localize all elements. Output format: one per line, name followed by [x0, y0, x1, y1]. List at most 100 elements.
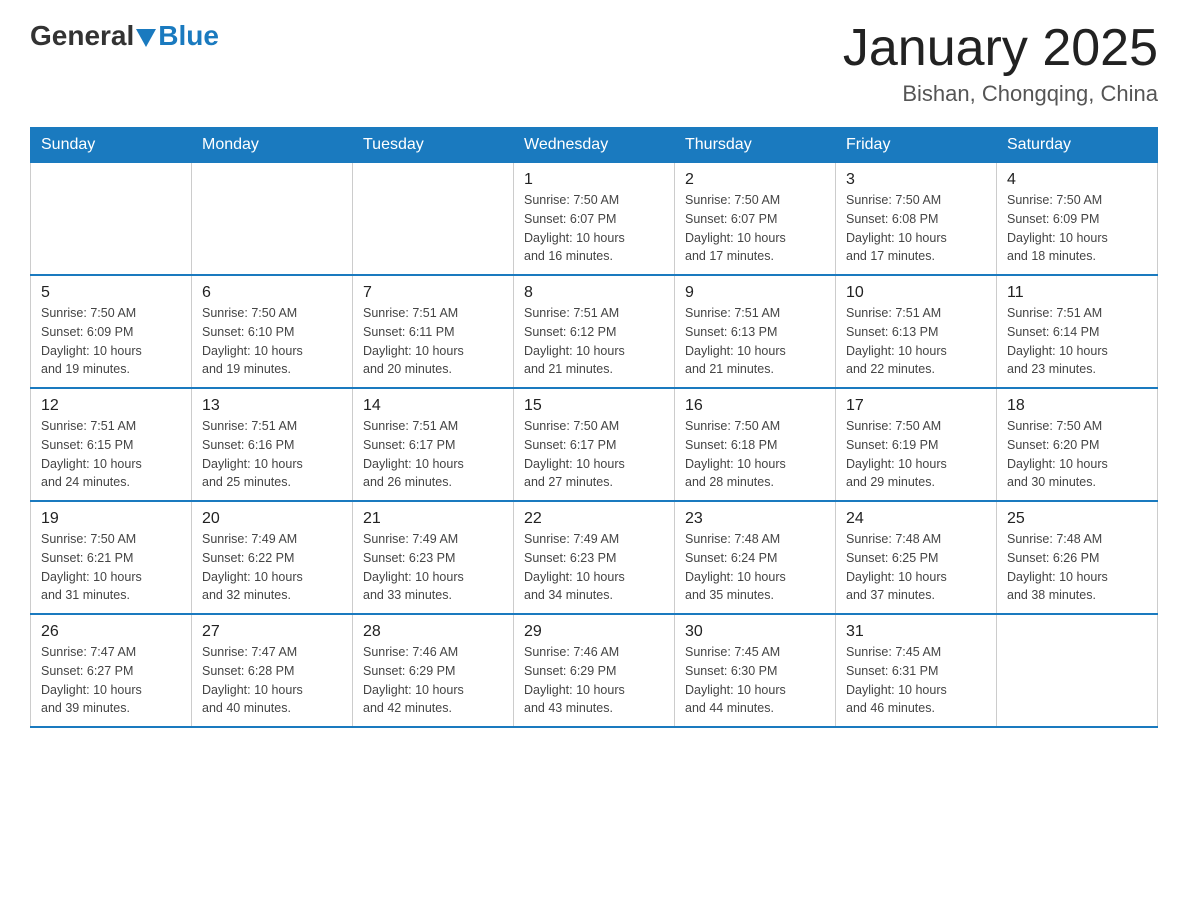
- day-number: 18: [1007, 397, 1147, 415]
- day-cell: 2 Sunrise: 7:50 AMSunset: 6:07 PMDaylight…: [675, 163, 836, 276]
- day-info: Sunrise: 7:47 AMSunset: 6:28 PMDaylight:…: [202, 643, 342, 718]
- day-cell: [353, 163, 514, 276]
- day-cell: 28 Sunrise: 7:46 AMSunset: 6:29 PMDayligh…: [353, 614, 514, 727]
- logo-general-text: General: [30, 20, 134, 52]
- day-number: 7: [363, 284, 503, 302]
- day-info: Sunrise: 7:51 AMSunset: 6:12 PMDaylight:…: [524, 304, 664, 379]
- day-number: 2: [685, 171, 825, 189]
- day-cell: 8 Sunrise: 7:51 AMSunset: 6:12 PMDaylight…: [514, 275, 675, 388]
- day-info: Sunrise: 7:47 AMSunset: 6:27 PMDaylight:…: [41, 643, 181, 718]
- day-cell: 29 Sunrise: 7:46 AMSunset: 6:29 PMDayligh…: [514, 614, 675, 727]
- day-number: 16: [685, 397, 825, 415]
- day-info: Sunrise: 7:45 AMSunset: 6:30 PMDaylight:…: [685, 643, 825, 718]
- calendar-body: 1Sunrise: 7:50 AMSunset: 6:07 PMDaylight…: [31, 163, 1158, 728]
- day-cell: 14 Sunrise: 7:51 AMSunset: 6:17 PMDayligh…: [353, 388, 514, 501]
- day-number: 25: [1007, 510, 1147, 528]
- title-block: January 2025 Bishan, Chongqing, China: [843, 20, 1158, 107]
- day-info: Sunrise: 7:50 AMSunset: 6:08 PMDaylight:…: [846, 191, 986, 266]
- day-info: Sunrise: 7:49 AMSunset: 6:22 PMDaylight:…: [202, 530, 342, 605]
- day-cell: 27Sunrise: 7:47 AMSunset: 6:28 PMDayligh…: [192, 614, 353, 727]
- day-number: 9: [685, 284, 825, 302]
- day-info: Sunrise: 7:49 AMSunset: 6:23 PMDaylight:…: [524, 530, 664, 605]
- day-cell: 15Sunrise: 7:50 AMSunset: 6:17 PMDayligh…: [514, 388, 675, 501]
- day-number: 20: [202, 510, 342, 528]
- day-info: Sunrise: 7:48 AMSunset: 6:25 PMDaylight:…: [846, 530, 986, 605]
- day-number: 19: [41, 510, 181, 528]
- calendar-table: SundayMondayTuesdayWednesdayThursdayFrid…: [30, 127, 1158, 728]
- day-cell: 1Sunrise: 7:50 AMSunset: 6:07 PMDaylight…: [514, 163, 675, 276]
- day-cell: 5 Sunrise: 7:50 AMSunset: 6:09 PMDaylight…: [31, 275, 192, 388]
- day-cell: 30Sunrise: 7:45 AMSunset: 6:30 PMDayligh…: [675, 614, 836, 727]
- day-cell: 13 Sunrise: 7:51 AMSunset: 6:16 PMDayligh…: [192, 388, 353, 501]
- header-cell-thursday: Thursday: [675, 128, 836, 163]
- day-info: Sunrise: 7:46 AMSunset: 6:29 PMDaylight:…: [524, 643, 664, 718]
- day-cell: 4 Sunrise: 7:50 AMSunset: 6:09 PMDaylight…: [997, 163, 1158, 276]
- logo-blue-text: Blue: [158, 20, 219, 52]
- day-info: Sunrise: 7:51 AMSunset: 6:14 PMDaylight:…: [1007, 304, 1147, 379]
- logo-blue-part: Blue: [134, 20, 219, 52]
- day-cell: 21Sunrise: 7:49 AMSunset: 6:23 PMDayligh…: [353, 501, 514, 614]
- day-info: Sunrise: 7:51 AMSunset: 6:11 PMDaylight:…: [363, 304, 503, 379]
- day-info: Sunrise: 7:48 AMSunset: 6:24 PMDaylight:…: [685, 530, 825, 605]
- day-number: 28: [363, 623, 503, 641]
- day-cell: 18 Sunrise: 7:50 AMSunset: 6:20 PMDayligh…: [997, 388, 1158, 501]
- week-row-1: 1Sunrise: 7:50 AMSunset: 6:07 PMDaylight…: [31, 163, 1158, 276]
- day-info: Sunrise: 7:46 AMSunset: 6:29 PMDaylight:…: [363, 643, 503, 718]
- logo: General Blue: [30, 20, 219, 52]
- header-cell-wednesday: Wednesday: [514, 128, 675, 163]
- day-cell: 12Sunrise: 7:51 AMSunset: 6:15 PMDayligh…: [31, 388, 192, 501]
- day-info: Sunrise: 7:51 AMSunset: 6:16 PMDaylight:…: [202, 417, 342, 492]
- day-info: Sunrise: 7:50 AMSunset: 6:09 PMDaylight:…: [1007, 191, 1147, 266]
- day-number: 29: [524, 623, 664, 641]
- day-cell: 26 Sunrise: 7:47 AMSunset: 6:27 PMDayligh…: [31, 614, 192, 727]
- calendar-title: January 2025: [843, 20, 1158, 77]
- day-cell: 3 Sunrise: 7:50 AMSunset: 6:08 PMDaylight…: [836, 163, 997, 276]
- day-number: 3: [846, 171, 986, 189]
- day-number: 26: [41, 623, 181, 641]
- week-row-5: 26 Sunrise: 7:47 AMSunset: 6:27 PMDayligh…: [31, 614, 1158, 727]
- calendar-subtitle: Bishan, Chongqing, China: [843, 81, 1158, 107]
- day-number: 22: [524, 510, 664, 528]
- week-row-2: 5 Sunrise: 7:50 AMSunset: 6:09 PMDaylight…: [31, 275, 1158, 388]
- day-info: Sunrise: 7:50 AMSunset: 6:07 PMDaylight:…: [685, 191, 825, 266]
- day-info: Sunrise: 7:50 AMSunset: 6:09 PMDaylight:…: [41, 304, 181, 379]
- header-cell-tuesday: Tuesday: [353, 128, 514, 163]
- day-info: Sunrise: 7:50 AMSunset: 6:20 PMDaylight:…: [1007, 417, 1147, 492]
- day-info: Sunrise: 7:50 AMSunset: 6:10 PMDaylight:…: [202, 304, 342, 379]
- header-row: SundayMondayTuesdayWednesdayThursdayFrid…: [31, 128, 1158, 163]
- day-info: Sunrise: 7:51 AMSunset: 6:15 PMDaylight:…: [41, 417, 181, 492]
- day-cell: [997, 614, 1158, 727]
- day-info: Sunrise: 7:51 AMSunset: 6:13 PMDaylight:…: [685, 304, 825, 379]
- day-cell: 31 Sunrise: 7:45 AMSunset: 6:31 PMDayligh…: [836, 614, 997, 727]
- day-number: 24: [846, 510, 986, 528]
- day-number: 21: [363, 510, 503, 528]
- day-number: 31: [846, 623, 986, 641]
- header-cell-sunday: Sunday: [31, 128, 192, 163]
- day-number: 15: [524, 397, 664, 415]
- day-cell: 20 Sunrise: 7:49 AMSunset: 6:22 PMDayligh…: [192, 501, 353, 614]
- day-cell: [31, 163, 192, 276]
- page-header: General Blue January 2025 Bishan, Chongq…: [30, 20, 1158, 107]
- day-number: 6: [202, 284, 342, 302]
- calendar-header: SundayMondayTuesdayWednesdayThursdayFrid…: [31, 128, 1158, 163]
- day-cell: 7 Sunrise: 7:51 AMSunset: 6:11 PMDaylight…: [353, 275, 514, 388]
- day-cell: 25Sunrise: 7:48 AMSunset: 6:26 PMDayligh…: [997, 501, 1158, 614]
- day-cell: 6 Sunrise: 7:50 AMSunset: 6:10 PMDaylight…: [192, 275, 353, 388]
- logo-triangle-icon: [136, 29, 156, 47]
- day-number: 4: [1007, 171, 1147, 189]
- day-number: 14: [363, 397, 503, 415]
- day-cell: 17Sunrise: 7:50 AMSunset: 6:19 PMDayligh…: [836, 388, 997, 501]
- day-number: 23: [685, 510, 825, 528]
- day-cell: 22 Sunrise: 7:49 AMSunset: 6:23 PMDayligh…: [514, 501, 675, 614]
- day-cell: [192, 163, 353, 276]
- day-number: 13: [202, 397, 342, 415]
- header-cell-friday: Friday: [836, 128, 997, 163]
- day-cell: 11 Sunrise: 7:51 AMSunset: 6:14 PMDayligh…: [997, 275, 1158, 388]
- day-info: Sunrise: 7:45 AMSunset: 6:31 PMDaylight:…: [846, 643, 986, 718]
- day-number: 5: [41, 284, 181, 302]
- day-cell: 19Sunrise: 7:50 AMSunset: 6:21 PMDayligh…: [31, 501, 192, 614]
- day-number: 8: [524, 284, 664, 302]
- day-info: Sunrise: 7:51 AMSunset: 6:17 PMDaylight:…: [363, 417, 503, 492]
- day-number: 11: [1007, 284, 1147, 302]
- day-info: Sunrise: 7:51 AMSunset: 6:13 PMDaylight:…: [846, 304, 986, 379]
